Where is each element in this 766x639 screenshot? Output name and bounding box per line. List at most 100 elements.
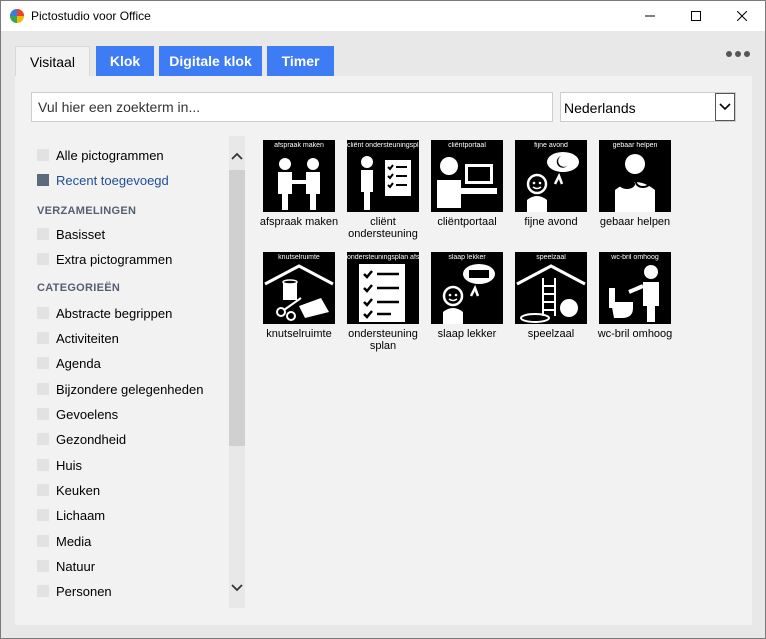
checkbox[interactable]	[37, 228, 49, 240]
tab-timer[interactable]: Timer	[267, 46, 334, 76]
sidebar-item-alle-pictogrammen[interactable]: Alle pictogrammen	[37, 145, 164, 165]
chevron-down-icon	[231, 584, 243, 592]
checklist-document-icon	[359, 264, 405, 322]
minimize-button[interactable]	[627, 1, 673, 31]
checkbox[interactable]	[37, 585, 49, 597]
picto-caption: cliënt ondersteuningsplan	[347, 142, 419, 149]
language-select[interactable]: Nederlands	[560, 92, 736, 122]
tab-digitale-klok[interactable]: Digitale klok	[159, 46, 262, 76]
sidebar-item-category[interactable]: Bijzondere gelegenheden	[37, 379, 203, 399]
picto-image: speelzaal	[515, 252, 587, 324]
sidebar-item-label: Gevoelens	[56, 406, 119, 422]
sidebar-item-category[interactable]: Natuur	[37, 556, 95, 576]
close-button[interactable]	[719, 1, 765, 31]
picto-tile[interactable]: cliëntportaal cliëntportaal	[429, 140, 505, 228]
app-logo-icon	[10, 9, 24, 23]
picto-image: cliënt ondersteuningsplan	[347, 140, 419, 212]
picto-label: afspraak maken	[259, 216, 339, 228]
picto-tile[interactable]: wc-bril omhoog wc-bril omhoog	[597, 252, 673, 340]
sidebar-item-category[interactable]: Lichaam	[37, 505, 105, 525]
checkbox[interactable]	[37, 332, 49, 344]
playroom-icon	[516, 264, 586, 323]
checkbox[interactable]	[37, 357, 49, 369]
checkbox[interactable]	[37, 383, 49, 395]
sidebar-item-label: Bijzondere gelegenheden	[56, 381, 204, 397]
checkbox[interactable]	[37, 459, 49, 471]
tab-visitaal[interactable]: Visitaal	[15, 46, 90, 77]
maximize-button[interactable]	[673, 1, 719, 31]
checkbox[interactable]	[37, 484, 49, 496]
sign-language-help-icon	[615, 154, 655, 212]
sidebar-item-category[interactable]: Gezondheid	[37, 429, 126, 449]
more-options-icon[interactable]	[726, 46, 750, 62]
search-input[interactable]	[31, 92, 553, 122]
checkbox[interactable]	[37, 560, 49, 572]
picto-caption: afspraak maken	[274, 142, 324, 149]
sidebar-item-category[interactable]: Agenda	[37, 353, 101, 373]
sidebar-item-label: Huis	[56, 457, 83, 473]
title-bar: Pictostudio voor Office	[1, 1, 765, 31]
checkbox[interactable]	[37, 307, 49, 319]
sidebar-item-label: Recent toegevoegd	[56, 172, 169, 188]
app-window: Pictostudio voor Office Visitaal Klok Di…	[0, 0, 766, 639]
picto-caption: gebaar helpen	[612, 142, 658, 149]
sidebar-scrollbar[interactable]	[229, 136, 245, 608]
checkbox[interactable]	[37, 174, 49, 186]
two-people-handshake-icon	[278, 158, 320, 210]
picto-label: fijne avond	[524, 216, 578, 228]
checkbox[interactable]	[37, 433, 49, 445]
sidebar-item-label: Lichaam	[56, 507, 106, 523]
picto-image: fijne avond	[515, 140, 587, 212]
section-header-categorieen: CATEGORIEËN	[37, 282, 121, 294]
picto-tile[interactable]: fijne avond fijne avond	[513, 140, 589, 228]
chevron-up-icon	[231, 152, 243, 160]
sidebar-item-label: Alle pictogrammen	[56, 147, 164, 163]
scroll-thumb[interactable]	[229, 170, 245, 446]
picto-tile[interactable]: speelzaal speelzaal	[513, 252, 589, 340]
picto-tile[interactable]: gebaar helpen gebaar helpen	[597, 140, 673, 228]
category-sidebar: Alle pictogrammen Recent toegevoegd VERZ…	[31, 136, 231, 608]
checkbox[interactable]	[37, 535, 49, 547]
craft-room-icon	[264, 264, 334, 321]
sidebar-item-extra-pictogrammen[interactable]: Extra pictogrammen	[37, 249, 172, 269]
person-checklist-icon	[361, 156, 411, 210]
language-dropdown-button[interactable]	[715, 93, 735, 121]
picto-tile[interactable]: afspraak maken afspraak maken	[260, 140, 338, 228]
sidebar-item-category[interactable]: Huis	[37, 455, 82, 475]
sidebar-item-category[interactable]: Abstracte begrippen	[37, 303, 172, 323]
sidebar-item-category[interactable]: Personen	[37, 581, 112, 601]
language-selected: Nederlands	[564, 100, 636, 116]
sidebar-item-recent-toegevoegd[interactable]: Recent toegevoegd	[37, 170, 169, 190]
sidebar-item-category[interactable]: Keuken	[37, 480, 100, 500]
sidebar-item-label: Media	[56, 533, 92, 549]
checkbox[interactable]	[37, 408, 49, 420]
picto-caption: fijne avond	[534, 142, 568, 149]
scroll-down-button[interactable]	[229, 580, 245, 596]
section-header-verzamelingen: VERZAMELINGEN	[37, 205, 137, 217]
sidebar-item-category[interactable]: Activiteiten	[37, 328, 119, 348]
picto-tile[interactable]: slaap lekker slaap lekker	[429, 252, 505, 340]
sidebar-item-label: Personen	[56, 583, 112, 599]
picto-image: wc-bril omhoog	[599, 252, 671, 324]
picto-label: wc-bril omhoog	[597, 328, 673, 340]
checkbox[interactable]	[37, 253, 49, 265]
picto-label: cliëntportaal	[437, 216, 497, 228]
picto-caption: slaap lekker	[448, 254, 486, 261]
sidebar-item-category[interactable]: Media	[37, 531, 91, 551]
scroll-up-button[interactable]	[229, 148, 245, 164]
picto-image: gebaar helpen	[599, 140, 671, 212]
sidebar-item-category[interactable]: Gevoelens	[37, 404, 118, 424]
picto-tile[interactable]: ondersteuningsplan afspraken ondersteuni	[345, 252, 421, 352]
picto-image: ondersteuningsplan afspraken	[347, 252, 419, 324]
tab-klok[interactable]: Klok	[96, 46, 154, 76]
picto-label: speelzaal	[527, 328, 575, 340]
checkbox[interactable]	[37, 509, 49, 521]
picto-tile[interactable]: knutselruimte knutselruimte	[261, 252, 337, 340]
person-bed-icon	[442, 264, 495, 324]
picto-tile[interactable]: cliënt ondersteuningsplan cliënt onderst…	[345, 140, 421, 240]
picto-image: slaap lekker	[431, 252, 503, 324]
checkbox[interactable]	[37, 149, 49, 161]
picto-caption: ondersteuningsplan afspraken	[347, 254, 419, 261]
picto-caption: speelzaal	[536, 254, 566, 261]
sidebar-item-basisset[interactable]: Basisset	[37, 224, 105, 244]
